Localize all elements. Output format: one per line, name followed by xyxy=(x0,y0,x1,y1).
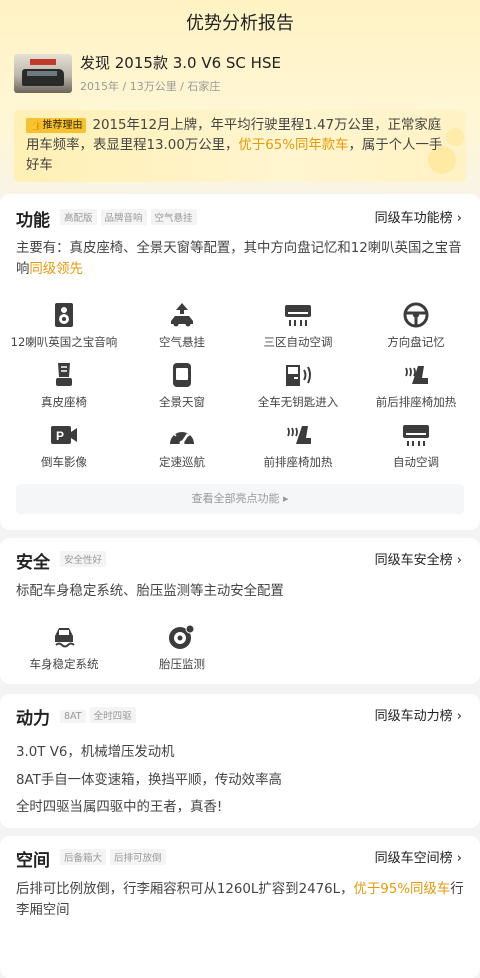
safety-rank-link[interactable]: 同级车安全榜 › xyxy=(375,549,462,568)
tire-pressure-icon xyxy=(169,624,195,649)
chip: 安全性好 xyxy=(60,551,107,567)
safety-title: 安全 xyxy=(16,553,50,573)
ac-unit-icon xyxy=(285,305,311,326)
feature-item[interactable]: 方向盘记忆 xyxy=(356,302,476,350)
thumb-up-icon: 👍 xyxy=(30,120,43,131)
power-line: 3.0T V6，机械增压发动机 xyxy=(16,745,175,760)
chip: 高配版 xyxy=(60,209,97,225)
function-rank-link[interactable]: 同级车功能榜 › xyxy=(375,207,462,226)
feature-item[interactable]: 全车无钥匙进入 xyxy=(238,362,358,410)
sunroof-icon xyxy=(173,363,191,387)
keyless-door-icon xyxy=(286,365,311,386)
feature-item[interactable]: 前排座椅加热 xyxy=(238,422,358,470)
function-chips: 高配版 品牌音响 空气悬挂 xyxy=(60,209,201,225)
power-chips: 8AT 全时四驱 xyxy=(60,707,140,723)
feature-item[interactable]: 真皮座椅 xyxy=(4,362,124,410)
feature-item[interactable]: 胎压监测 xyxy=(122,624,242,672)
chip: 后排可放倒 xyxy=(110,849,166,865)
function-title: 功能 xyxy=(16,211,50,231)
feature-item[interactable]: 车身稳定系统 xyxy=(4,624,124,672)
seat-heat-icon xyxy=(405,366,428,384)
front-seat-heat-icon xyxy=(287,426,311,444)
recommend-tag: 👍推荐理由 xyxy=(26,118,87,133)
space-rank-link[interactable]: 同级车空间榜 › xyxy=(375,847,462,866)
cruise-control-icon xyxy=(170,428,194,446)
safety-desc: 标配车身稳定系统、胎压监测等主动安全配置 xyxy=(16,584,284,599)
feature-item[interactable]: 定速巡航 xyxy=(122,422,242,470)
car-meta: 2015年 / 13万公里 / 石家庄 xyxy=(80,80,221,93)
power-line: 8AT手自一体变速箱，换挡平顺，传动效率高 xyxy=(16,773,282,788)
stability-icon xyxy=(55,628,75,648)
power-title: 动力 xyxy=(16,709,50,729)
chip: 后备箱大 xyxy=(60,849,107,865)
page-title: 优势分析报告 xyxy=(186,13,294,34)
power-line: 全时四驱当属四驱中的王者，真香! xyxy=(16,800,223,815)
rear-camera-icon: P xyxy=(51,426,77,444)
speaker-icon xyxy=(55,303,73,327)
space-title: 空间 xyxy=(16,851,50,871)
air-suspension-icon xyxy=(171,303,193,327)
power-card: 动力 8AT 全时四驱 同级车动力榜 › 3.0T V6，机械增压发动机 8AT手… xyxy=(0,694,480,828)
feature-item[interactable]: 自动空调 xyxy=(356,422,476,470)
leather-seat-icon xyxy=(56,363,72,386)
power-rank-link[interactable]: 同级车动力榜 › xyxy=(375,705,462,724)
feature-item[interactable]: 空气悬挂 xyxy=(122,302,242,350)
space-card: 空间 后备箱大 后排可放倒 同级车空间榜 › 后排可比例放倒，行李厢容积可从126… xyxy=(0,836,480,978)
steering-wheel-icon xyxy=(403,302,429,328)
chip: 全时四驱 xyxy=(89,707,136,723)
auto-ac-icon xyxy=(403,425,429,446)
feature-item[interactable]: P 倒车影像 xyxy=(4,422,124,470)
chip: 品牌音响 xyxy=(100,209,147,225)
car-summary: 发现 2015款 3.0 V6 SC HSE 2015年 / 13万公里 / 石… xyxy=(14,52,466,96)
car-name: 发现 2015款 3.0 V6 SC HSE xyxy=(80,54,281,72)
safety-card: 安全 安全性好 同级车安全榜 › 标配车身稳定系统、胎压监测等主动安全配置 车身… xyxy=(0,538,480,684)
space-chips: 后备箱大 后排可放倒 xyxy=(60,849,170,865)
feature-item[interactable]: 全景天窗 xyxy=(122,362,242,410)
function-desc: 主要有：真皮座椅、全景天窗等配置，其中方向盘记忆和12喇叭英国之宝音响同级领先 xyxy=(16,241,462,277)
feature-item[interactable]: 三区自动空调 xyxy=(238,302,358,350)
safety-chips: 安全性好 xyxy=(60,551,110,567)
space-desc: 后排可比例放倒，行李厢容积可从1260L扩容到2476L，优于95%同级车行李厢… xyxy=(16,882,464,918)
view-all-features-button[interactable]: 查看全部亮点功能 ▸ xyxy=(16,484,464,514)
svg-text:P: P xyxy=(56,429,64,443)
recommend-reason: 👍推荐理由 2015年12月上牌，年平均行驶里程1.47万公里，正常家庭用车频率，… xyxy=(14,110,466,182)
reason-highlight: 优于65%同年款车 xyxy=(238,138,349,153)
chip: 8AT xyxy=(60,710,86,723)
car-thumbnail xyxy=(14,54,72,93)
chip: 空气悬挂 xyxy=(150,209,197,225)
feature-item[interactable]: 前后排座椅加热 xyxy=(356,362,476,410)
feature-item[interactable]: 12喇叭英国之宝音响 xyxy=(4,302,124,350)
function-card: 功能 高配版 品牌音响 空气悬挂 同级车功能榜 › 主要有：真皮座椅、全景天窗等配置… xyxy=(0,194,480,530)
